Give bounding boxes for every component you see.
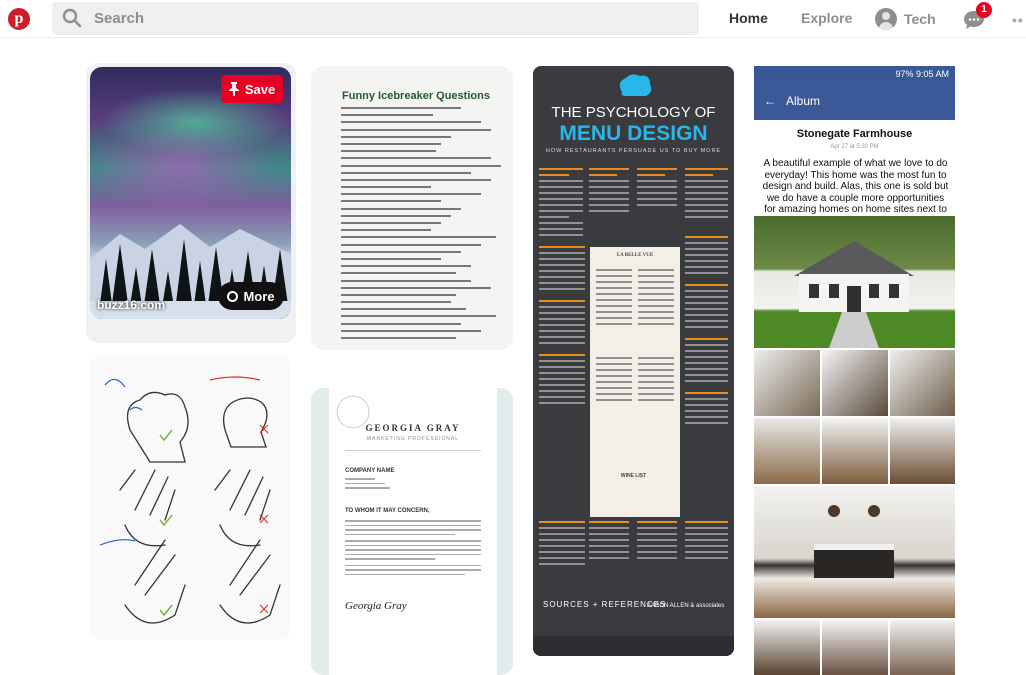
more-label: More [243, 288, 275, 304]
infographic-tagline: HOW RESTAURANTS PERSUADE US TO BUY MORE [545, 148, 722, 154]
text-column [637, 521, 677, 563]
pin-farmhouse-album[interactable]: 97% 9:05 AM ← Album Stonegate Farmhouse … [754, 66, 955, 675]
resume-address [345, 478, 481, 492]
text-column [539, 168, 583, 240]
resume-salutation: TO WHOM IT MAY CONCERN, [345, 508, 430, 514]
pin-image-title: Funny Icebreaker Questions [342, 90, 490, 102]
search-input[interactable] [94, 6, 684, 31]
interior-photo [754, 620, 820, 675]
avatar-icon [875, 8, 897, 30]
more-options-icon[interactable]: •• [1012, 12, 1024, 28]
text-column [589, 168, 629, 216]
questions-list-image [341, 107, 506, 344]
resume-name: GEORGIA GRAY [365, 423, 461, 433]
album-date: Apr 27 at 5:30 PM [830, 144, 879, 150]
resume-body [345, 520, 481, 578]
infographic-title-line1: THE PSYCHOLOGY OF [551, 104, 716, 121]
resume-signature: Georgia Gray [345, 600, 407, 612]
social-footer [533, 636, 734, 656]
profile-name: Tech [904, 11, 936, 27]
pin-menu-design-infographic[interactable]: THE PSYCHOLOGY OF MENU DESIGN HOW RESTAU… [533, 66, 734, 656]
text-column [685, 236, 728, 428]
interior-photo [754, 350, 820, 416]
pinterest-logo-icon[interactable]: p [8, 8, 30, 30]
interior-photo [890, 620, 955, 675]
search-icon [62, 8, 82, 28]
interior-photo [822, 350, 888, 416]
wine-list-label: WINE LIST [620, 473, 647, 479]
interior-photo [890, 350, 955, 416]
nav-explore[interactable]: Explore [801, 10, 852, 26]
text-column [685, 168, 728, 222]
text-column [685, 521, 728, 563]
infographic-title-line2: MENU DESIGN [559, 122, 708, 145]
farmhouse-exterior-photo [754, 216, 955, 348]
profile-button[interactable]: Tech [875, 6, 936, 32]
top-bar: p Home Explore Tech 1 •• [0, 0, 1026, 38]
save-button[interactable]: Save [221, 75, 283, 103]
kitchen-photo [754, 486, 955, 618]
circle-icon [227, 290, 239, 302]
pin-hand-drawing-tutorial[interactable] [90, 355, 291, 640]
more-button[interactable]: More [218, 282, 284, 310]
resume-subtitle: MARKETING PROFESSIONAL [366, 436, 459, 442]
interior-photo [890, 418, 955, 484]
pin-icebreaker-questions[interactable]: Funny Icebreaker Questions [311, 66, 513, 350]
album-header-label: Album [786, 94, 821, 108]
resume-company-heading: COMPANY NAME [345, 468, 395, 474]
nav-home[interactable]: Home [729, 10, 768, 26]
phone-status-bar: 97% 9:05 AM [754, 66, 955, 82]
text-column [539, 521, 585, 569]
interior-photo [754, 418, 820, 484]
save-label: Save [244, 81, 276, 97]
pin-source-link[interactable]: buzz16.com [97, 298, 165, 312]
menu-card-title: LA BELLE VUE [616, 253, 654, 258]
brain-icon [619, 74, 652, 96]
hand-sketches-illustration [99, 376, 281, 624]
search-bar[interactable] [52, 2, 699, 35]
album-title: Stonegate Farmhouse [796, 128, 913, 140]
brand-label: AARON ALLEN & associates [647, 603, 725, 609]
text-column [589, 521, 629, 563]
text-column [637, 168, 677, 210]
pin-icon [228, 82, 239, 96]
text-column [539, 246, 585, 408]
pin-resume-template[interactable]: GEORGIA GRAY MARKETING PROFESSIONAL COMP… [311, 388, 513, 675]
notification-badge: 1 [976, 2, 992, 18]
interior-photo [822, 620, 888, 675]
album-header: ← Album [754, 82, 955, 120]
resume-paper: GEORGIA GRAY MARKETING PROFESSIONAL COMP… [329, 388, 497, 675]
interior-photo [822, 418, 888, 484]
back-arrow-icon: ← [764, 94, 776, 108]
